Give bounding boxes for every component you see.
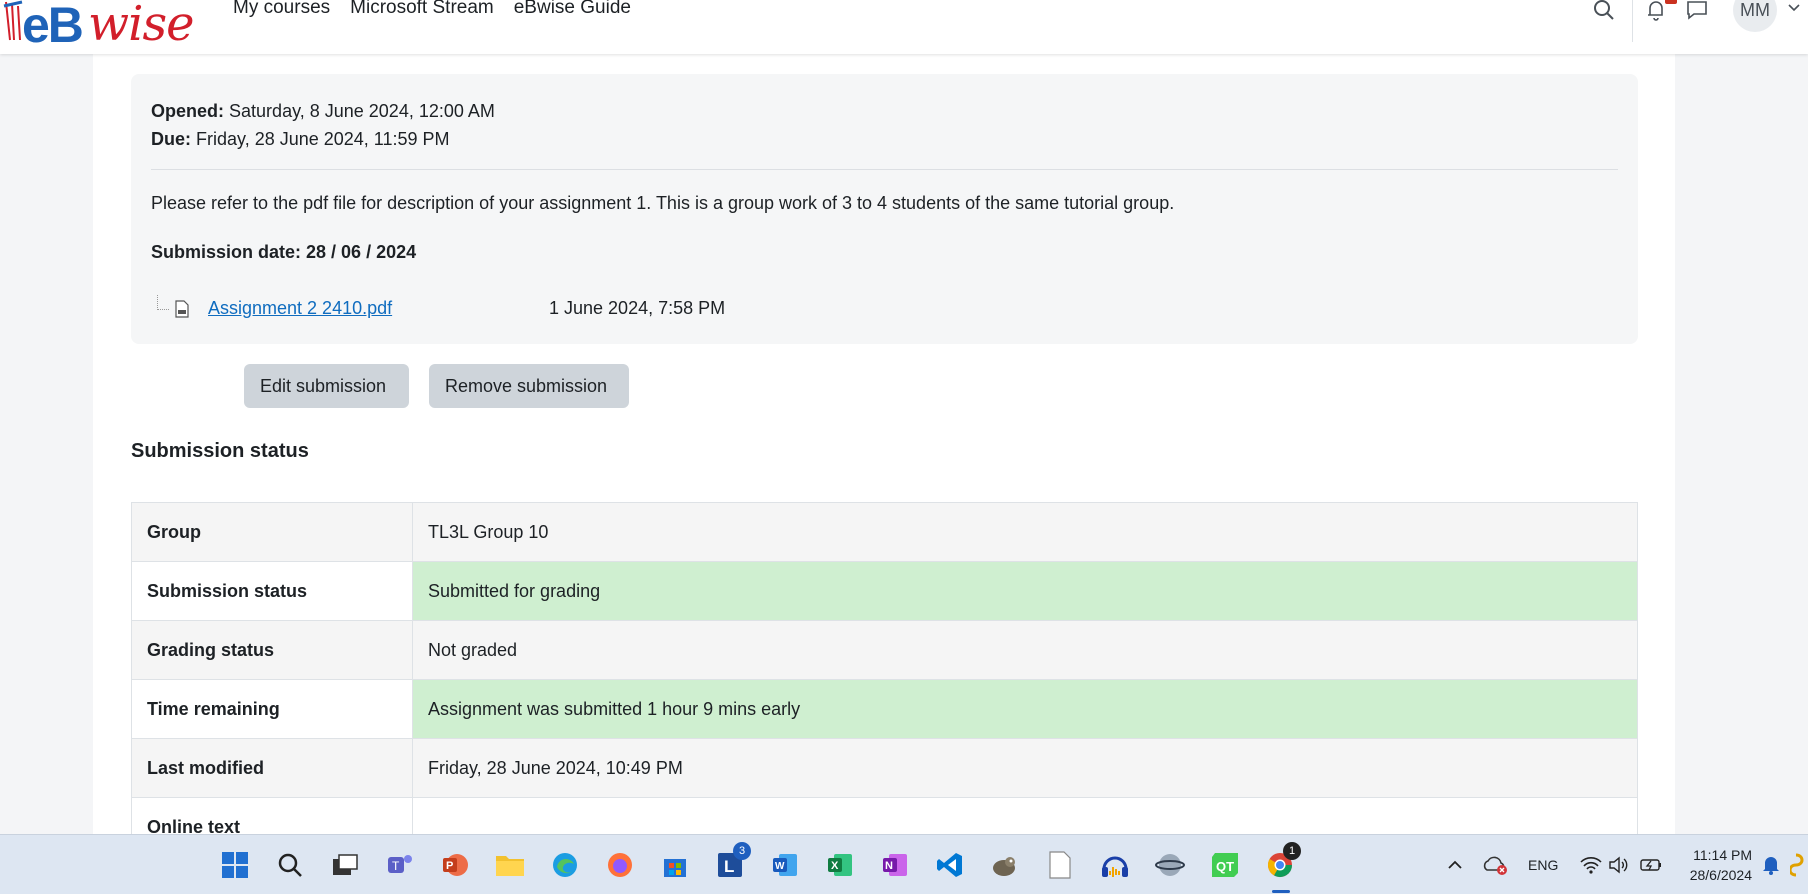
svg-text:T: T (392, 859, 400, 873)
assignment-dates: Opened: Saturday, 8 June 2024, 12:00 AM … (151, 97, 495, 153)
user-avatar[interactable]: MM (1733, 0, 1777, 32)
windows-start-icon[interactable] (218, 848, 252, 882)
row-value-time-remaining: Assignment was submitted 1 hour 9 mins e… (412, 679, 1638, 739)
svg-text:QT: QT (1216, 859, 1234, 874)
row-value-group: TL3L Group 10 (412, 502, 1638, 562)
assignment-description: Please refer to the pdf file for descrip… (151, 193, 1175, 213)
messages-icon[interactable] (1685, 0, 1709, 22)
clock-time: 11:14 PM (1693, 847, 1752, 863)
table-row: Time remaining Assignment was submitted … (131, 679, 1638, 739)
logo-text-wise: wise (88, 0, 194, 52)
notifications-bell-icon[interactable] (1644, 0, 1668, 22)
nav-microsoft-stream[interactable]: Microsoft Stream (350, 0, 494, 19)
system-clock[interactable]: 11:14 PM 28/6/2024 (1680, 845, 1752, 885)
notification-count-badge (1665, 0, 1677, 4)
row-label-grading-status: Grading status (131, 620, 413, 680)
submission-status-table: Group TL3L Group 10 Submission status Su… (131, 502, 1638, 857)
vpn-globe-icon[interactable] (1153, 848, 1187, 882)
opened-value: Saturday, 8 June 2024, 12:00 AM (229, 101, 495, 121)
divider (151, 169, 1618, 170)
row-value-last-modified: Friday, 28 June 2024, 10:49 PM (412, 738, 1638, 798)
table-row: Last modified Friday, 28 June 2024, 10:4… (131, 738, 1638, 798)
clock-date: 28/6/2024 (1689, 867, 1752, 883)
row-label-group: Group (131, 502, 413, 562)
vscode-icon[interactable] (933, 848, 967, 882)
svg-text:L: L (724, 857, 734, 876)
notification-bell-icon[interactable] (1754, 848, 1788, 882)
gimp-icon[interactable] (988, 848, 1022, 882)
top-navbar: eB wise My courses Microsoft Stream eBwi… (0, 0, 1808, 54)
excel-icon[interactable]: X (823, 848, 857, 882)
chevron-down-icon[interactable] (1782, 0, 1806, 20)
logo-stripes-icon (3, 0, 23, 41)
ebwise-logo[interactable]: eB wise (0, 0, 194, 53)
edit-submission-button[interactable]: Edit submission (244, 364, 409, 408)
volume-icon[interactable] (1602, 848, 1636, 882)
word-icon[interactable]: W (768, 848, 802, 882)
copilot-icon[interactable] (1790, 848, 1808, 882)
search-icon[interactable] (1592, 0, 1616, 22)
submission-date: Submission date: 28 / 06 / 2024 (151, 242, 417, 262)
table-row: Grading status Not graded (131, 620, 1638, 680)
active-app-indicator (1272, 890, 1290, 893)
app-notification-badge: 1 (1283, 842, 1301, 860)
firefox-icon[interactable] (603, 848, 637, 882)
tree-connector (157, 295, 169, 310)
edge-icon[interactable] (548, 848, 582, 882)
onedrive-error-icon[interactable] (1478, 848, 1512, 882)
language-indicator[interactable]: ENG (1528, 835, 1558, 894)
file-explorer-icon[interactable] (493, 848, 527, 882)
svg-text:N: N (885, 860, 893, 872)
powerpoint-icon[interactable]: P (438, 848, 472, 882)
opened-label: Opened: (151, 101, 225, 121)
chevron-up-icon[interactable] (1438, 848, 1472, 882)
windows-taskbar: T P L 3 W X N QT 1 ENG 11:14 PM 28/6/202… (0, 834, 1808, 894)
logo-text-eb: eB (22, 0, 84, 53)
svg-text:X: X (831, 860, 839, 872)
submission-status-heading: Submission status (131, 440, 309, 462)
table-row: Group TL3L Group 10 (131, 502, 1638, 562)
teams-icon[interactable]: T (383, 848, 417, 882)
due-value: Friday, 28 June 2024, 11:59 PM (196, 129, 450, 149)
primary-navigation: My courses Microsoft Stream eBwise Guide (233, 0, 631, 19)
microsoft-store-icon[interactable] (658, 848, 692, 882)
blank-document-icon[interactable] (1043, 848, 1077, 882)
audacity-icon[interactable] (1098, 848, 1132, 882)
row-value-grading-status: Not graded (412, 620, 1638, 680)
nav-my-courses[interactable]: My courses (233, 0, 330, 19)
task-view-icon[interactable] (328, 848, 362, 882)
row-label-last-modified: Last modified (131, 738, 413, 798)
attachment-link[interactable]: Assignment 2 2410.pdf (208, 298, 392, 319)
battery-icon[interactable] (1634, 848, 1668, 882)
svg-text:P: P (446, 860, 453, 872)
onenote-icon[interactable]: N (878, 848, 912, 882)
row-label-submission-status: Submission status (131, 561, 413, 621)
app-notification-badge: 3 (733, 842, 751, 860)
row-value-submission-status: Submitted for grading (412, 561, 1638, 621)
nav-divider (1632, 0, 1633, 42)
svg-text:W: W (775, 861, 785, 872)
lync-app-icon[interactable]: L 3 (713, 842, 751, 882)
nav-ebwise-guide[interactable]: eBwise Guide (514, 0, 631, 19)
search-icon[interactable] (273, 848, 307, 882)
table-row: Submission status Submitted for grading (131, 561, 1638, 621)
row-label-time-remaining: Time remaining (131, 679, 413, 739)
remove-submission-button[interactable]: Remove submission (429, 364, 629, 408)
qt-creator-icon[interactable]: QT (1208, 848, 1242, 882)
pdf-file-icon (175, 300, 189, 323)
due-label: Due: (151, 129, 191, 149)
chrome-icon[interactable]: 1 (1263, 842, 1301, 882)
attachment-date: 1 June 2024, 7:58 PM (549, 298, 726, 318)
